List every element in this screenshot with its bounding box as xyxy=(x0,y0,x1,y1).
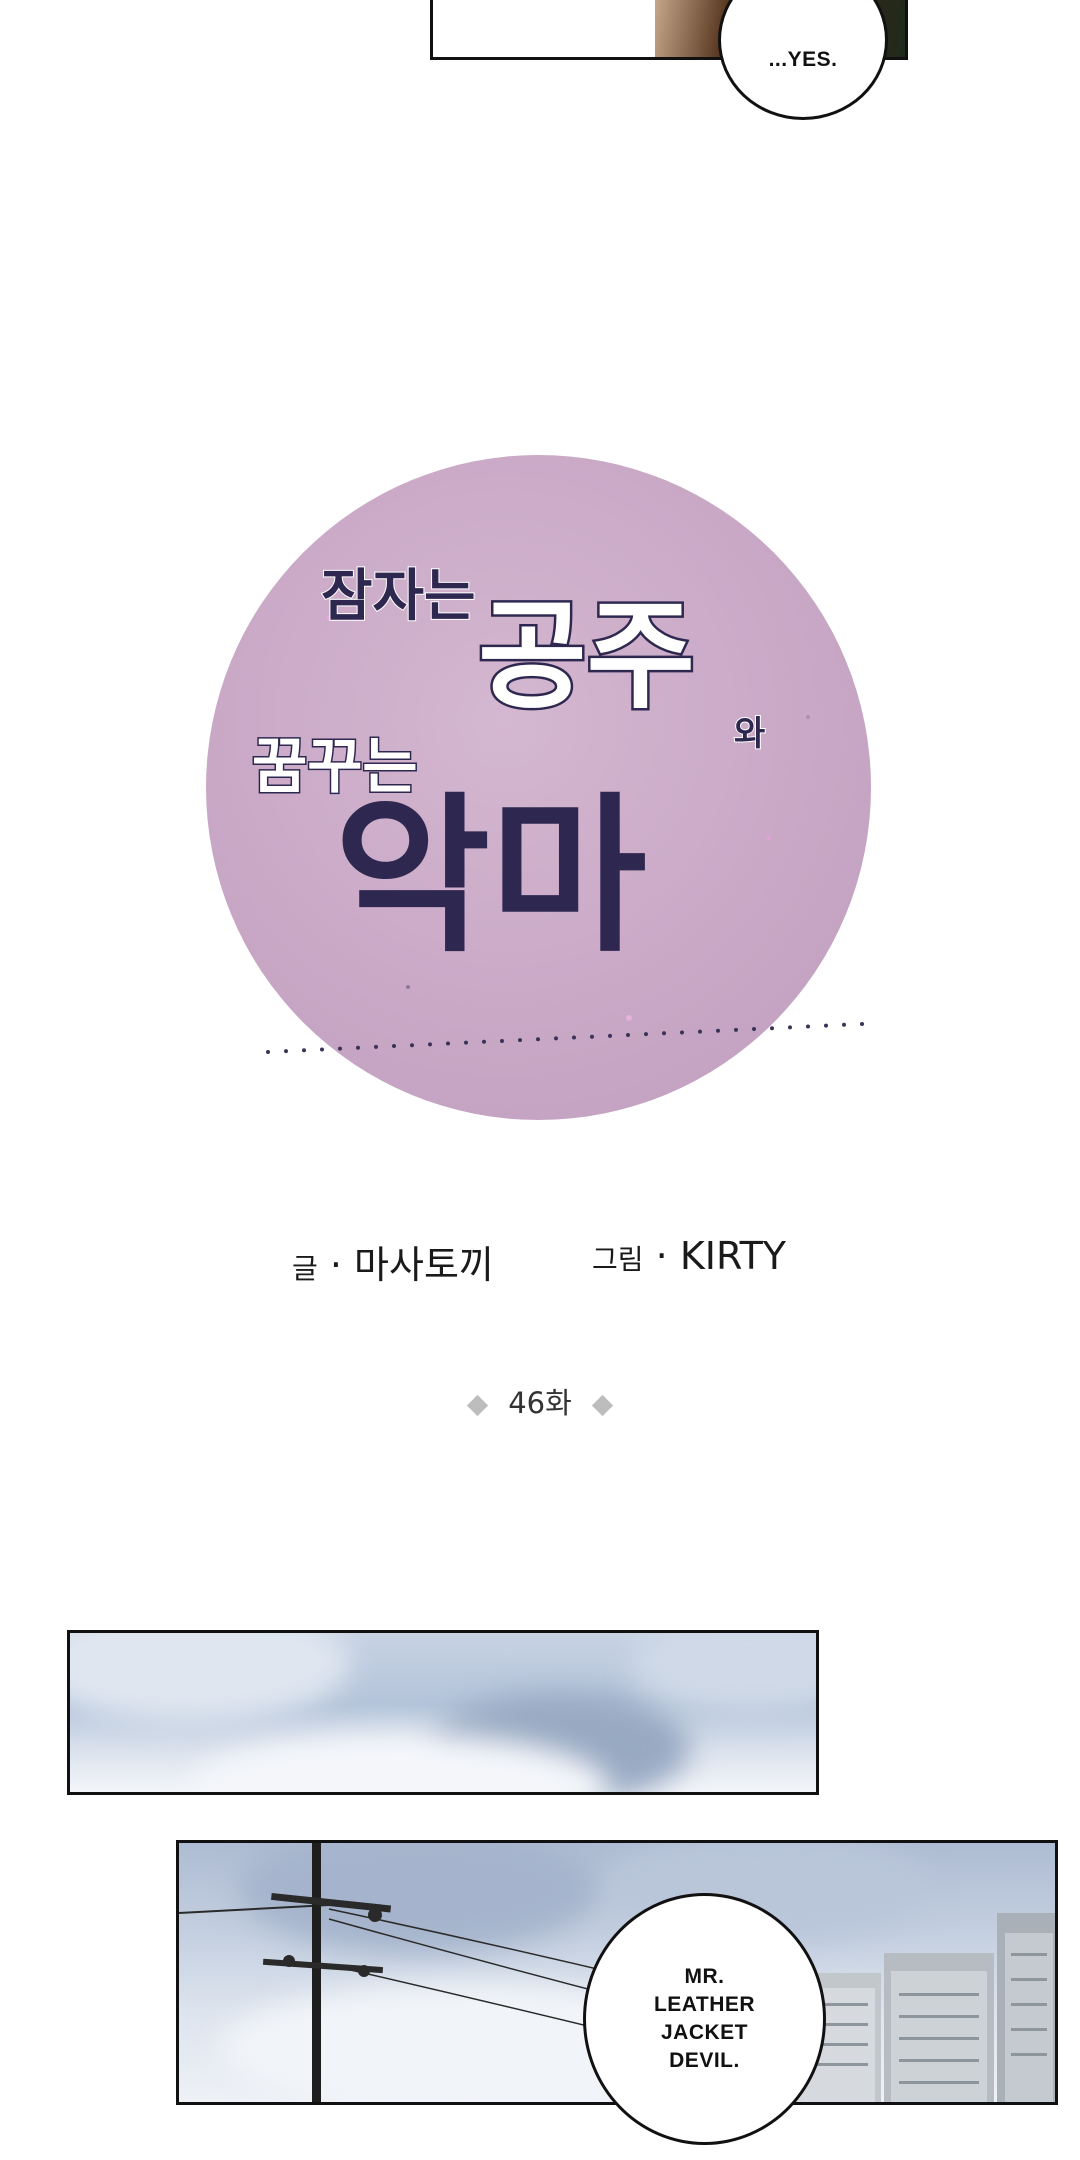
diamond-icon xyxy=(466,1394,489,1416)
logo-dot xyxy=(302,1048,306,1053)
credit-separator: · xyxy=(655,1234,668,1278)
logo-dot xyxy=(338,1046,342,1051)
bubble-line: JACKET xyxy=(660,2021,748,2044)
logo-dot xyxy=(266,1050,270,1054)
logo-dot xyxy=(752,1027,756,1032)
logo-dot xyxy=(500,1038,504,1043)
logo-dot xyxy=(320,1047,324,1052)
credit-artist: 그림 · KIRTY xyxy=(592,1234,786,1278)
logo-dotted-line xyxy=(266,1021,864,1054)
logo-dot xyxy=(410,1043,414,1048)
speech-bubble-text: ...YES. xyxy=(768,48,838,71)
bubble-line: MR. xyxy=(684,1965,725,1988)
logo-dot xyxy=(536,1037,540,1042)
logo-dot xyxy=(860,1021,864,1026)
logo-dot xyxy=(626,1033,630,1037)
logo-dot xyxy=(662,1031,666,1036)
speech-bubble-yes: ...YES. xyxy=(718,0,888,120)
comic-panel-sky xyxy=(67,1630,819,1795)
logo-dot xyxy=(734,1027,738,1032)
logo-dot xyxy=(842,1022,846,1027)
title-logo-lettering: 잠자는 공주 와 꿈꾸는 악마 xyxy=(251,563,864,1054)
episode-number: 46화 xyxy=(0,1380,1080,1422)
credit-artist-name: KIRTY xyxy=(679,1234,787,1278)
logo-dot xyxy=(680,1030,684,1035)
logo-text-line1-big: 공주 xyxy=(478,587,695,725)
logo-dot xyxy=(788,1025,792,1030)
logo-dot xyxy=(770,1026,774,1031)
logo-dot xyxy=(482,1039,486,1044)
speech-bubble-text: MR. LEATHER JACKET DEVIL. xyxy=(654,1963,755,2075)
logo-dot xyxy=(608,1033,612,1038)
logo-dot xyxy=(356,1045,360,1050)
logo-dot xyxy=(716,1028,720,1033)
logo-dot xyxy=(554,1036,558,1041)
logo-dot xyxy=(644,1032,648,1037)
credit-separator: · xyxy=(329,1243,342,1287)
logo-text-line1-suffix: 와 xyxy=(734,714,765,754)
logo-dot xyxy=(374,1044,378,1049)
credit-writer-name: 마사토끼 xyxy=(354,1243,494,1287)
logo-dot xyxy=(428,1042,432,1047)
credit-artist-label: 그림 xyxy=(592,1243,644,1276)
diamond-icon xyxy=(591,1394,614,1416)
logo-dot xyxy=(590,1034,594,1039)
logo-dot xyxy=(824,1023,828,1028)
logo-dot xyxy=(284,1049,288,1054)
logo-text-line3-big: 악마 xyxy=(334,778,647,976)
logo-dot xyxy=(698,1029,702,1034)
logo-text-line1-small: 잠자는 xyxy=(321,564,476,629)
logo-dot xyxy=(572,1035,576,1040)
credit-writer-label: 글 xyxy=(292,1252,318,1285)
credit-writer: 글 · 마사토끼 xyxy=(292,1234,494,1289)
episode-label: 46화 xyxy=(508,1386,572,1420)
logo-dot xyxy=(464,1040,468,1045)
bubble-line: DEVIL. xyxy=(669,2049,740,2072)
logo-dot xyxy=(446,1041,450,1046)
speech-bubble-mr-leather-jacket-devil: MR. LEATHER JACKET DEVIL. xyxy=(583,1893,826,2145)
logo-dot xyxy=(518,1038,522,1043)
logo-dot xyxy=(806,1024,810,1029)
logo-dot xyxy=(392,1044,396,1049)
bubble-line: LEATHER xyxy=(653,1993,756,2016)
